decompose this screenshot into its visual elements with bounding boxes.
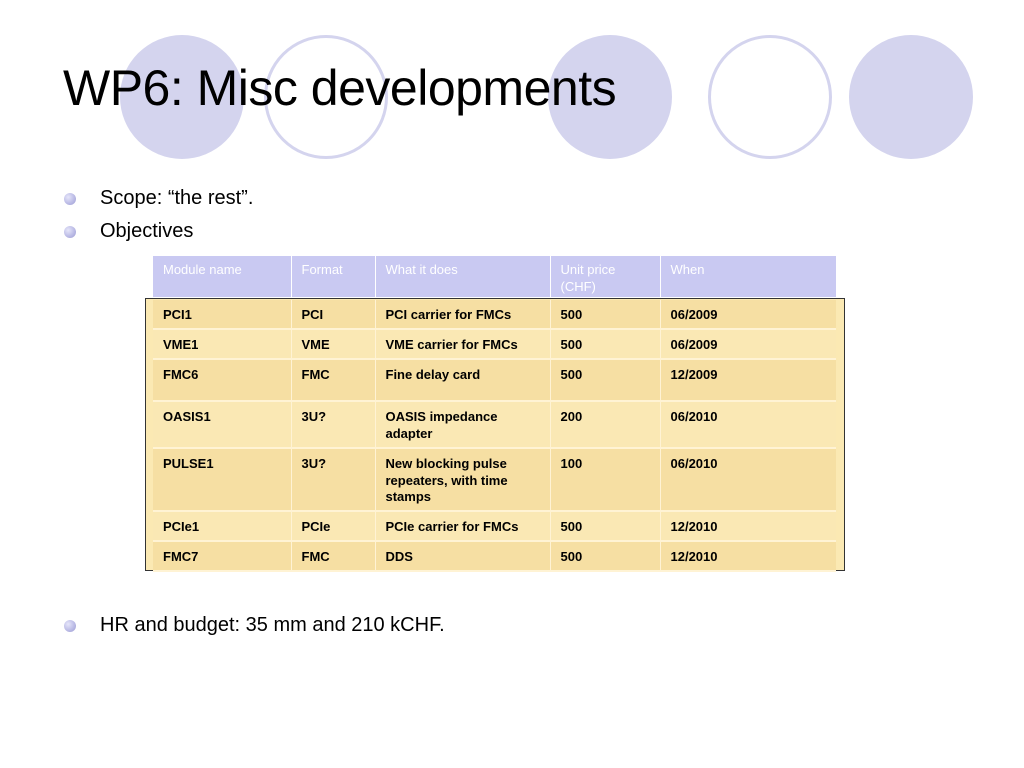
cell-what-it-does: OASIS impedance adapter [375, 400, 551, 449]
cell-format: FMC [291, 541, 376, 573]
header-what-it-does: What it does [375, 256, 551, 297]
bullet-scope: Scope: “the rest”. [64, 187, 253, 210]
cell-module-name: FMC6 [153, 358, 292, 402]
cell-what-it-does: PCI carrier for FMCs [375, 300, 551, 330]
cell-when: 06/2010 [660, 400, 836, 449]
header-when: When [660, 256, 836, 297]
table-row: PCIe1 PCIe PCIe carrier for FMCs 500 12/… [153, 511, 836, 543]
table-row: FMC6 FMC Fine delay card 500 12/2009 [153, 358, 836, 402]
cell-unit-price: 500 [550, 511, 661, 543]
bullet-text: Objectives [100, 220, 194, 242]
cell-format: VME [291, 329, 376, 360]
objectives-table-header: Module name Format What it does Unit pri… [153, 256, 836, 297]
cell-module-name: VME1 [153, 329, 292, 360]
cell-when: 06/2009 [660, 300, 836, 330]
cell-format: 3U? [291, 400, 376, 449]
decorative-circle [708, 35, 832, 159]
table-header-row: Module name Format What it does Unit pri… [153, 256, 836, 297]
cell-when: 06/2009 [660, 329, 836, 360]
bullet-objectives: Objectives [64, 220, 193, 243]
bullet-hr-budget: HR and budget: 35 mm and 210 kCHF. [64, 614, 445, 637]
cell-when: 06/2010 [660, 447, 836, 513]
cell-format: PCIe [291, 511, 376, 543]
cell-unit-price: 500 [550, 300, 661, 330]
header-format: Format [291, 256, 376, 297]
objectives-table-body: PCI1 PCI PCI carrier for FMCs 500 06/200… [153, 300, 836, 573]
cell-unit-price: 500 [550, 541, 661, 573]
cell-format: FMC [291, 358, 376, 402]
cell-format: 3U? [291, 447, 376, 513]
cell-what-it-does: New blocking pulse repeaters, with time … [375, 447, 551, 513]
cell-when: 12/2010 [660, 511, 836, 543]
cell-module-name: PCIe1 [153, 511, 292, 543]
cell-when: 12/2010 [660, 541, 836, 573]
bullet-icon [64, 225, 76, 238]
table-row: VME1 VME VME carrier for FMCs 500 06/200… [153, 329, 836, 360]
decorative-circle [849, 35, 973, 159]
bullet-icon [64, 619, 76, 632]
bullet-icon [64, 192, 76, 205]
cell-unit-price: 500 [550, 358, 661, 402]
table-row: PULSE1 3U? New blocking pulse repeaters,… [153, 447, 836, 513]
bullet-text: Scope: “the rest”. [100, 187, 254, 209]
header-unit-price: Unit price (CHF) [550, 256, 661, 297]
cell-when: 12/2009 [660, 358, 836, 402]
cell-what-it-does: PCIe carrier for FMCs [375, 511, 551, 543]
table-row: FMC7 FMC DDS 500 12/2010 [153, 541, 836, 573]
slide-title: WP6: Misc developments [63, 60, 617, 116]
cell-unit-price: 100 [550, 447, 661, 513]
cell-what-it-does: VME carrier for FMCs [375, 329, 551, 360]
header-module-name: Module name [153, 256, 292, 297]
cell-what-it-does: DDS [375, 541, 551, 573]
table-row: PCI1 PCI PCI carrier for FMCs 500 06/200… [153, 300, 836, 330]
table-row: OASIS1 3U? OASIS impedance adapter 200 0… [153, 400, 836, 449]
cell-module-name: PULSE1 [153, 447, 292, 513]
cell-format: PCI [291, 300, 376, 330]
cell-module-name: FMC7 [153, 541, 292, 573]
cell-module-name: PCI1 [153, 300, 292, 330]
cell-what-it-does: Fine delay card [375, 358, 551, 402]
bullet-text: HR and budget: 35 mm and 210 kCHF. [100, 614, 445, 636]
cell-module-name: OASIS1 [153, 400, 292, 449]
cell-unit-price: 500 [550, 329, 661, 360]
cell-unit-price: 200 [550, 400, 661, 449]
